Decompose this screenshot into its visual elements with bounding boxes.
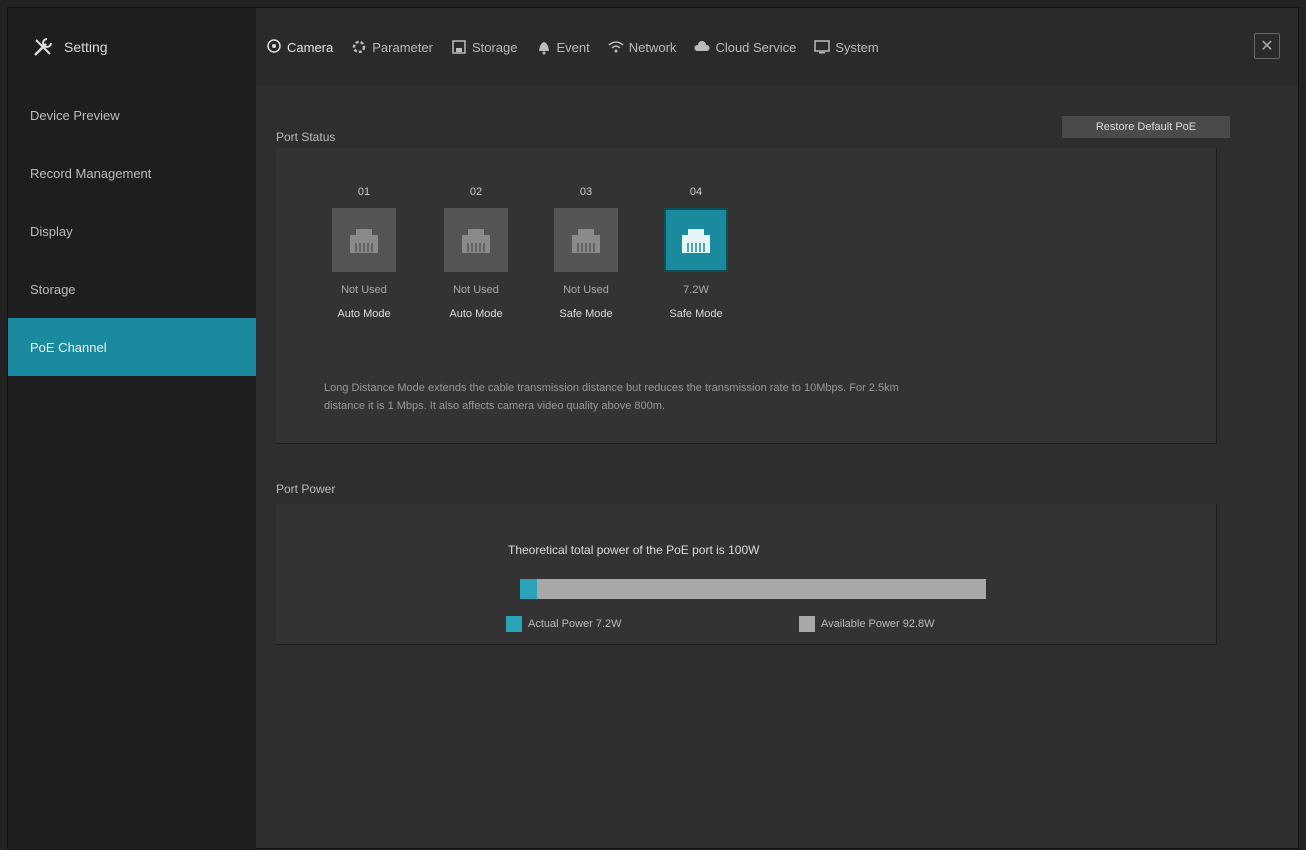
tab-storage-label: Storage xyxy=(471,39,518,55)
available-power-label: Available Power 92.8W xyxy=(821,618,935,630)
ethernet-port-icon xyxy=(332,208,396,272)
restore-default-poe-button[interactable]: Restore Default PoE xyxy=(1062,116,1230,138)
port-number: 03 xyxy=(579,186,593,198)
tab-event[interactable]: Event xyxy=(536,39,590,55)
port-status: Not Used xyxy=(453,284,499,296)
sidebar-item-device-preview[interactable]: Device Preview xyxy=(8,86,256,144)
port-01[interactable]: 01 Not Used Auto Mode xyxy=(324,186,404,320)
actual-power-label: Actual Power 7.2W xyxy=(528,618,622,630)
top-navigation-bar: Setting Camera Parameter Storage Event N… xyxy=(8,8,1298,86)
sidebar-item-storage[interactable]: Storage xyxy=(8,260,256,318)
sidebar-item-label: Device Preview xyxy=(30,107,120,123)
port-04[interactable]: 04 7.2W Safe Mode xyxy=(656,186,736,320)
port-03[interactable]: 03 Not Used Safe Mode xyxy=(546,186,626,320)
tab-event-label: Event xyxy=(556,39,590,55)
port-02[interactable]: 02 Not Used Auto Mode xyxy=(436,186,516,320)
tab-system[interactable]: System xyxy=(814,39,879,55)
note-line-2: distance it is 1 Mbps. It also affects c… xyxy=(324,400,665,412)
close-button[interactable]: ✕ xyxy=(1254,33,1280,59)
port-mode: Safe Mode xyxy=(559,308,613,320)
tab-camera-label: Camera xyxy=(287,39,334,55)
monitor-icon xyxy=(814,39,831,55)
port-mode: Auto Mode xyxy=(449,308,503,320)
sidebar-item-label: Record Management xyxy=(30,165,152,181)
port-power-title: Port Power xyxy=(276,482,336,496)
port-status-panel: 01 Not Used Auto Mode 02 Not Used Auto M… xyxy=(276,148,1217,444)
wifi-icon xyxy=(608,39,624,55)
sidebar-item-poe-channel[interactable]: PoE Channel xyxy=(8,318,256,376)
sidebar-item-label: Display xyxy=(30,223,73,239)
ethernet-port-icon xyxy=(444,208,508,272)
port-status: Not Used xyxy=(341,284,387,296)
port-mode: Auto Mode xyxy=(337,308,391,320)
camera-icon xyxy=(266,39,282,55)
app-window: Setting Camera Parameter Storage Event N… xyxy=(7,7,1299,850)
port-number: 01 xyxy=(357,186,371,198)
gear-icon xyxy=(351,39,367,55)
port-number: 02 xyxy=(469,186,483,198)
disk-icon xyxy=(451,39,467,55)
tab-cloud-service[interactable]: Cloud Service xyxy=(694,39,796,55)
total-power-text: Theoretical total power of the PoE port … xyxy=(508,543,760,557)
tab-camera[interactable]: Camera xyxy=(266,39,333,55)
bell-icon xyxy=(536,39,552,55)
tab-parameter-label: Parameter xyxy=(372,39,433,55)
tab-parameter[interactable]: Parameter xyxy=(351,39,433,55)
tab-cloud-service-label: Cloud Service xyxy=(715,39,797,55)
legend-available-power: Available Power 92.8W xyxy=(799,616,935,632)
port-status: 7.2W xyxy=(683,284,709,296)
available-power-swatch xyxy=(799,616,815,632)
sidebar: Device Preview Record Management Display… xyxy=(8,86,256,850)
port-number: 04 xyxy=(689,186,703,198)
port-mode: Safe Mode xyxy=(669,308,723,320)
brand-title: Setting xyxy=(64,39,108,55)
cloud-icon xyxy=(694,39,710,55)
port-power-panel: Theoretical total power of the PoE port … xyxy=(276,504,1217,645)
port-status-title: Port Status xyxy=(276,130,336,144)
close-icon: ✕ xyxy=(1260,38,1274,55)
port-status: Not Used xyxy=(563,284,609,296)
sidebar-item-label: Storage xyxy=(30,281,76,297)
sidebar-item-display[interactable]: Display xyxy=(8,202,256,260)
ethernet-port-icon xyxy=(554,208,618,272)
actual-power-fill xyxy=(520,579,537,599)
tab-network[interactable]: Network xyxy=(608,39,677,55)
tab-system-label: System xyxy=(835,39,879,55)
note-line-1: Long Distance Mode extends the cable tra… xyxy=(324,382,899,394)
tab-network-label: Network xyxy=(628,39,677,55)
power-usage-bar xyxy=(520,579,986,599)
legend-actual-power: Actual Power 7.2W xyxy=(506,616,622,632)
ethernet-port-icon xyxy=(664,208,728,272)
main-nav: Camera Parameter Storage Event Network C… xyxy=(266,8,879,86)
tools-icon xyxy=(32,36,54,58)
long-distance-note: Long Distance Mode extends the cable tra… xyxy=(324,379,1044,415)
tab-storage[interactable]: Storage xyxy=(451,39,518,55)
sidebar-item-record-management[interactable]: Record Management xyxy=(8,144,256,202)
sidebar-item-label: PoE Channel xyxy=(30,339,107,355)
actual-power-swatch xyxy=(506,616,522,632)
brand: Setting xyxy=(8,8,256,86)
